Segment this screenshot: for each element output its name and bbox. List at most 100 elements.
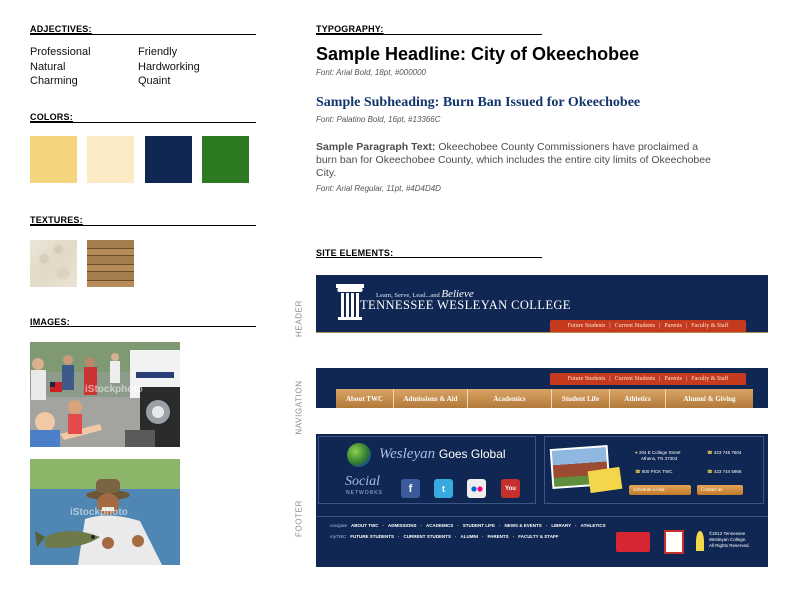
navigate-label: navigate: [330, 523, 348, 528]
nav-tab-alumni[interactable]: Alumni & Giving: [666, 389, 753, 408]
wood-plank-texture: [87, 240, 134, 287]
footer-link[interactable]: ABOUT TWC: [351, 523, 379, 528]
utility-link[interactable]: Faculty & Staff: [691, 376, 728, 382]
header-side-label: HEADER: [294, 300, 304, 337]
adjective: Hardworking: [138, 60, 200, 73]
copyright-block: ©2012 Tennessee Wesleyan College. All Ri…: [709, 531, 750, 549]
footer-divider: [316, 516, 768, 517]
footer-link[interactable]: PARENTS: [488, 534, 509, 539]
adjectives-col-1: Professional Natural Charming: [30, 45, 91, 89]
utility-link[interactable]: Current Students: [615, 323, 656, 329]
sample-headline: Sample Headline: City of Okeechobee: [316, 44, 640, 64]
phone-icon: ☎: [707, 450, 713, 455]
utility-link[interactable]: Future Students: [568, 376, 606, 382]
footer-link[interactable]: STUDENT LIFE: [463, 523, 495, 528]
nav-tab-academics[interactable]: Academics: [468, 389, 552, 408]
phone-number-2: 423 744 5966: [713, 469, 742, 474]
nav-tab-student-life[interactable]: Student Life: [552, 389, 610, 408]
fax-icon: ☎: [707, 469, 713, 474]
footer-side-label: FOOTER: [294, 500, 304, 537]
gold-divider: [316, 332, 768, 333]
adjective: Friendly: [138, 46, 178, 58]
copyright-line: Wesleyan College.: [709, 537, 747, 542]
location-pin-icon: ●: [635, 450, 638, 455]
footer-nav-row: navigate ABOUT TWC · ADMISSIONS · ACADEMIC…: [330, 523, 606, 528]
separator: |: [609, 323, 611, 329]
footer-link[interactable]: ATHLETICS: [581, 523, 606, 528]
phone-icon: ☎: [635, 469, 641, 474]
address-line-1: 204 E College Street: [638, 450, 681, 455]
separator: ·: [482, 534, 484, 539]
phone-2: ☎ 423 744 5966: [707, 469, 741, 475]
utility-link[interactable]: Current Students: [615, 376, 656, 382]
footer-link[interactable]: ACADEMICS: [426, 523, 453, 528]
toll-free: ☎ 800 PICK TWC: [635, 469, 673, 475]
separator: ·: [420, 523, 423, 528]
utility-link[interactable]: Parents: [664, 323, 682, 329]
footer-social-box: Wesleyan Goes Global Social NETWORKS f t…: [318, 436, 536, 504]
youtube-icon[interactable]: You: [501, 479, 520, 498]
sample-subheading: Sample Subheading: Burn Ban Issued for O…: [316, 95, 641, 110]
color-swatch-cream: [87, 136, 134, 183]
schedule-visit-button[interactable]: Schedule a visit: [629, 485, 691, 495]
footer-link[interactable]: FACULTY & STAFF: [518, 534, 558, 539]
divider: [30, 122, 256, 123]
utility-link[interactable]: Parents: [664, 376, 682, 382]
separator: ·: [499, 523, 501, 528]
parade-photo: iStockphoto: [30, 342, 180, 447]
adjective: Charming: [30, 75, 78, 87]
twitter-icon[interactable]: t: [434, 479, 453, 498]
globe-icon: [347, 443, 371, 467]
site-footer-mockup: Wesleyan Goes Global Social NETWORKS f t…: [316, 434, 768, 567]
utility-link[interactable]: Future Students: [568, 323, 606, 329]
watermark-text: iStockphoto: [85, 384, 143, 395]
footer-link[interactable]: NEWS & EVENTS: [505, 523, 542, 528]
footer-link[interactable]: CURRENT STUDENTS: [404, 534, 452, 539]
separator: ·: [512, 534, 515, 539]
nav-tab-about[interactable]: About TWC: [336, 389, 394, 408]
textures-heading: TEXTURES:: [30, 215, 83, 225]
flickr-icon[interactable]: [467, 479, 486, 498]
copyright-line: All Rights Reserved.: [709, 543, 750, 548]
nav-tab-athletics[interactable]: Athletics: [610, 389, 666, 408]
color-swatch-gold: [30, 136, 77, 183]
ticket-graphic: [587, 466, 623, 494]
footer-link[interactable]: LIBRARY: [551, 523, 571, 528]
paragraph-font-note: Font: Arial Regular, 11pt, #4D4D4D: [316, 184, 441, 193]
sample-paragraph: Sample Paragraph Text: Okeechobee County…: [316, 141, 716, 180]
torch-icon: [696, 531, 704, 551]
adjectives-col-2: Friendly Hardworking Quaint: [138, 45, 200, 89]
adjective: Quaint: [138, 75, 171, 87]
footer-link[interactable]: FUTURE STUDENTS: [350, 534, 394, 539]
divider: [30, 326, 256, 327]
divider: [30, 225, 256, 226]
header-utility-bar: Future Students | Current Students | Paren…: [550, 320, 746, 332]
site-navigation-mockup: Future Students | Current Students | Paren…: [316, 368, 768, 408]
best-college-badge-icon: [664, 530, 684, 554]
contact-us-label: Contact us: [701, 487, 723, 493]
colors-heading: COLORS:: [30, 112, 73, 122]
goes-global-heading: Wesleyan Goes Global: [379, 446, 506, 463]
footer-mytwc-row: myTWC FUTURE STUDENTS · CURRENT STUDENTS ·…: [330, 534, 558, 539]
paragraph-label: Sample Paragraph Text:: [316, 141, 436, 153]
footer-link[interactable]: ALUMNI: [461, 534, 479, 539]
nav-tab-admissions[interactable]: Admissions & Aid: [394, 389, 468, 408]
footer-contact-box: ● 204 E College Street Athens, TN 37303 …: [544, 436, 764, 504]
goes-global-text: Goes Global: [438, 447, 506, 461]
separator: ·: [457, 523, 459, 528]
adjectives-heading: ADJECTIVES:: [30, 24, 92, 34]
separator: |: [686, 376, 688, 382]
color-swatch-green: [202, 136, 249, 183]
facebook-icon[interactable]: f: [401, 479, 420, 498]
divider: [30, 34, 256, 35]
copyright-line: ©2012 Tennessee: [709, 531, 746, 536]
contact-us-button[interactable]: Contact us: [697, 485, 743, 495]
divider: [316, 257, 542, 258]
networks-word: NETWORKS: [346, 490, 383, 496]
phone-number-1: 423 745 7504: [713, 450, 742, 455]
separator: |: [659, 376, 661, 382]
address-block: ● 204 E College Street Athens, TN 37303: [635, 450, 681, 462]
adjective: Natural: [30, 60, 66, 73]
utility-link[interactable]: Faculty & Staff: [691, 323, 728, 329]
footer-link[interactable]: ADMISSIONS: [388, 523, 417, 528]
